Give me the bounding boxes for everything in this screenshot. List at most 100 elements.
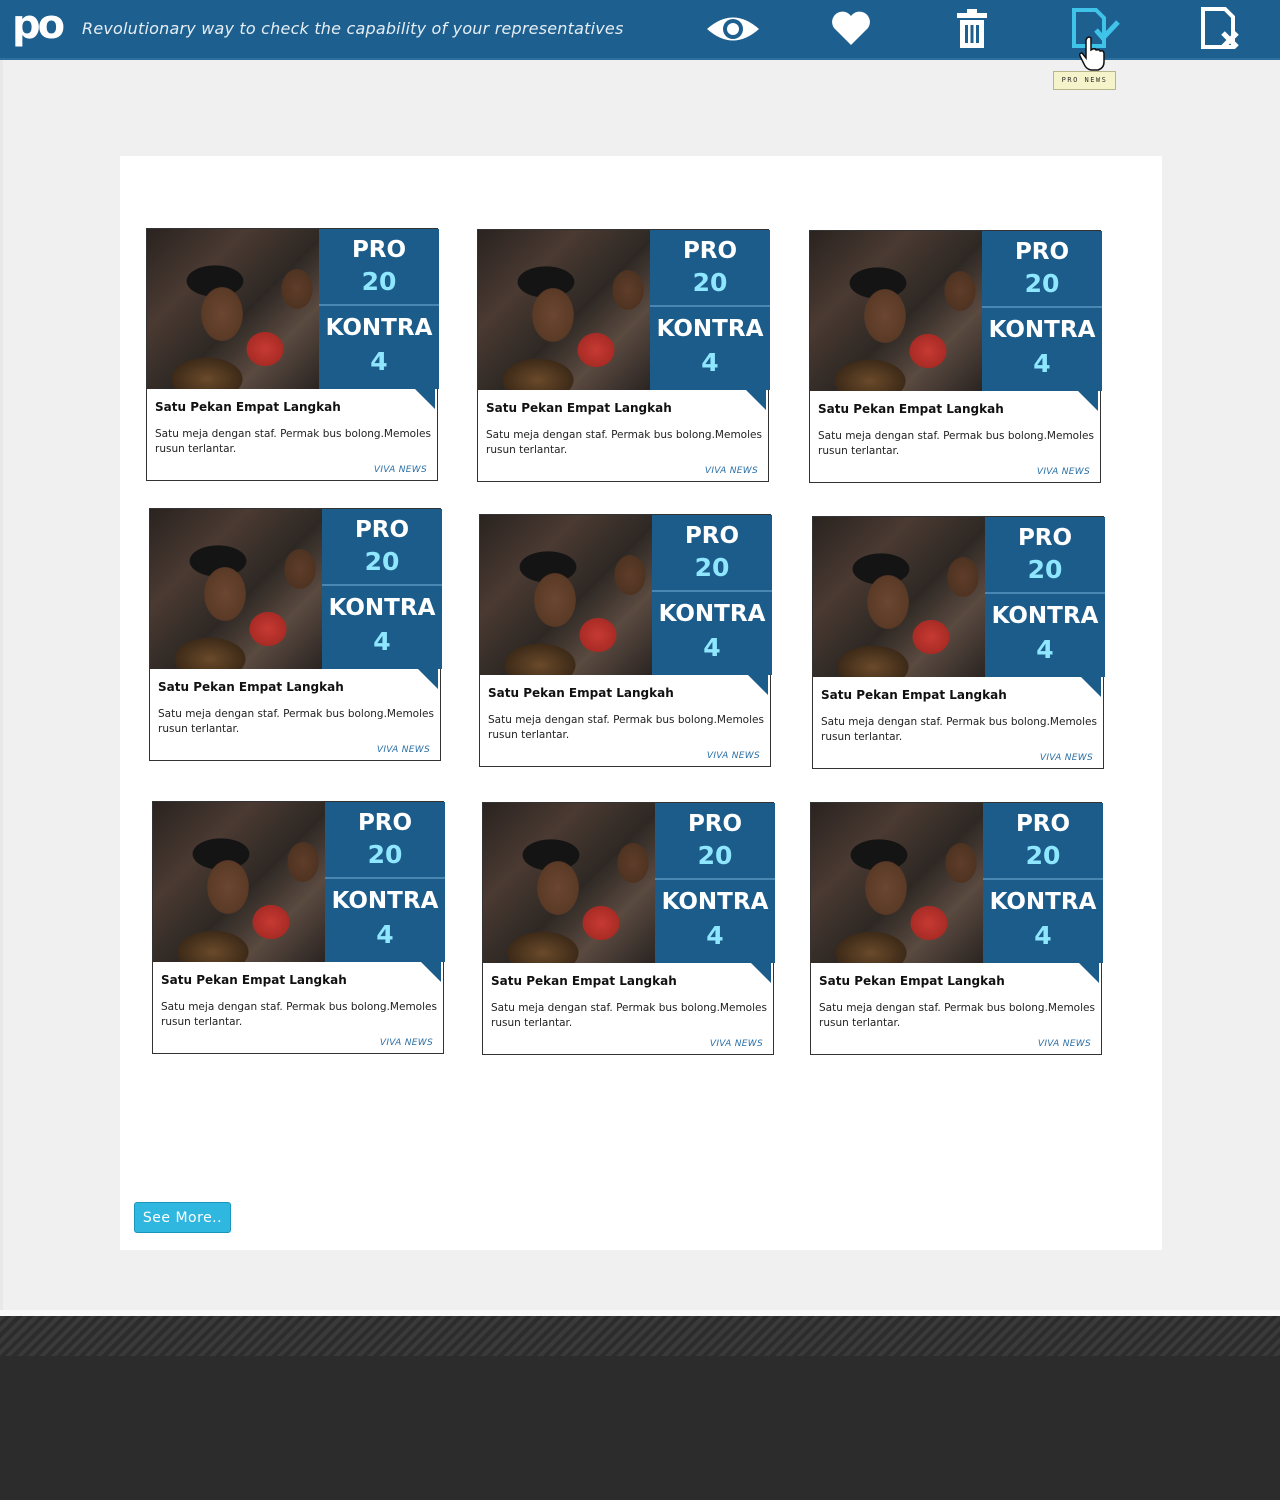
news-photo (811, 803, 983, 963)
kontra-label: KONTRA (989, 889, 1097, 915)
news-photo (483, 803, 655, 963)
news-card[interactable]: PRO 20 KONTRA 4 Satu Pekan Empat Langkah… (482, 802, 775, 1055)
news-description: Satu meja dengan staf. Permak bus bolong… (158, 708, 434, 735)
pro-label: PRO (351, 237, 407, 263)
pro-label: PRO (357, 810, 413, 836)
news-card[interactable]: PRO 20 KONTRA 4 Satu Pekan Empat Langkah… (479, 514, 772, 767)
pro-label: PRO (354, 517, 410, 543)
news-title[interactable]: Satu Pekan Empat Langkah (161, 973, 347, 987)
score-flag (418, 669, 438, 689)
news-photo (478, 230, 650, 390)
news-card[interactable]: PRO 20 KONTRA 4 Satu Pekan Empat Langkah… (809, 230, 1102, 483)
score-divider (652, 590, 772, 592)
news-source[interactable]: VIVA NEWS (377, 745, 430, 755)
kontra-value: 4 (370, 347, 388, 376)
kontra-value: 4 (701, 348, 719, 377)
news-photo (480, 515, 652, 675)
pro-label: PRO (684, 523, 740, 549)
trash-icon[interactable] (944, 6, 1000, 52)
pro-value: 20 (1025, 841, 1061, 870)
page-edge (0, 60, 3, 1310)
news-title[interactable]: Satu Pekan Empat Langkah (821, 688, 1007, 702)
news-source[interactable]: VIVA NEWS (374, 465, 427, 475)
news-photo (150, 509, 322, 669)
score-panel: PRO 20 KONTRA 4 (655, 803, 775, 963)
news-description: Satu meja dengan staf. Permak bus bolong… (491, 1002, 767, 1029)
news-description: Satu meja dengan staf. Permak bus bolong… (821, 716, 1097, 743)
pro-label: PRO (1015, 811, 1071, 837)
news-title[interactable]: Satu Pekan Empat Langkah (155, 400, 341, 414)
news-source[interactable]: VIVA NEWS (705, 466, 758, 476)
kontra-value: 4 (1036, 635, 1054, 664)
score-flag (415, 389, 435, 409)
news-title[interactable]: Satu Pekan Empat Langkah (818, 402, 1004, 416)
news-description: Satu meja dengan staf. Permak bus bolong… (819, 1002, 1095, 1029)
pro-label: PRO (687, 811, 743, 837)
score-panel: PRO 20 KONTRA 4 (650, 230, 770, 390)
kontra-value: 4 (1034, 921, 1052, 950)
score-panel: PRO 20 KONTRA 4 (319, 229, 439, 389)
score-flag (751, 963, 771, 983)
news-source[interactable]: VIVA NEWS (1040, 753, 1093, 763)
news-photo (810, 231, 982, 391)
see-more-button[interactable]: See More.. (134, 1202, 231, 1233)
kontra-label: KONTRA (656, 316, 764, 342)
score-divider (982, 306, 1102, 308)
news-title[interactable]: Satu Pekan Empat Langkah (819, 974, 1005, 988)
score-panel: PRO 20 KONTRA 4 (325, 802, 445, 962)
news-title[interactable]: Satu Pekan Empat Langkah (491, 974, 677, 988)
pro-value: 20 (697, 841, 733, 870)
news-photo (153, 802, 325, 962)
score-divider (325, 877, 445, 879)
score-flag (748, 675, 768, 695)
news-description: Satu meja dengan staf. Permak bus bolong… (486, 429, 762, 456)
score-divider (655, 878, 775, 880)
news-card[interactable]: PRO 20 KONTRA 4 Satu Pekan Empat Langkah… (810, 802, 1103, 1055)
news-card[interactable]: PRO 20 KONTRA 4 Satu Pekan Empat Langkah… (152, 801, 445, 1054)
logo[interactable]: po (12, 5, 65, 47)
kontra-value: 4 (703, 633, 721, 662)
heart-icon[interactable] (823, 6, 879, 52)
tagline: Revolutionary way to check the capabilit… (82, 19, 624, 38)
news-description: Satu meja dengan staf. Permak bus bolong… (161, 1001, 437, 1028)
news-description: Satu meja dengan staf. Permak bus bolong… (818, 430, 1094, 457)
footer-stripe (0, 1316, 1280, 1356)
pro-value: 20 (367, 840, 403, 869)
news-card[interactable]: PRO 20 KONTRA 4 Satu Pekan Empat Langkah… (149, 508, 442, 761)
score-panel: PRO 20 KONTRA 4 (982, 231, 1102, 391)
pro-label: PRO (1014, 239, 1070, 265)
news-title[interactable]: Satu Pekan Empat Langkah (486, 401, 672, 415)
score-panel: PRO 20 KONTRA 4 (983, 803, 1103, 963)
score-panel: PRO 20 KONTRA 4 (652, 515, 772, 675)
kontra-label: KONTRA (325, 315, 433, 341)
hand-cursor-icon (1079, 36, 1105, 71)
eye-icon[interactable] (705, 6, 761, 52)
news-source[interactable]: VIVA NEWS (380, 1038, 433, 1048)
news-source[interactable]: VIVA NEWS (710, 1039, 763, 1049)
news-card[interactable]: PRO 20 KONTRA 4 Satu Pekan Empat Langkah… (477, 229, 770, 482)
kontra-label: KONTRA (661, 889, 769, 915)
pro-value: 20 (1027, 555, 1063, 584)
kontra-value: 4 (373, 627, 391, 656)
news-source[interactable]: VIVA NEWS (1037, 467, 1090, 477)
score-flag (746, 390, 766, 410)
news-source[interactable]: VIVA NEWS (707, 751, 760, 761)
tooltip: PRO NEWS (1053, 71, 1116, 90)
news-source[interactable]: VIVA NEWS (1038, 1039, 1091, 1049)
score-divider (650, 305, 770, 307)
score-panel: PRO 20 KONTRA 4 (322, 509, 442, 669)
doc-x-icon[interactable] (1192, 6, 1248, 52)
pro-label: PRO (682, 238, 738, 264)
kontra-value: 4 (376, 920, 394, 949)
news-card[interactable]: PRO 20 KONTRA 4 Satu Pekan Empat Langkah… (146, 228, 439, 481)
news-title[interactable]: Satu Pekan Empat Langkah (158, 680, 344, 694)
news-card[interactable]: PRO 20 KONTRA 4 Satu Pekan Empat Langkah… (812, 516, 1105, 769)
pro-value: 20 (1024, 269, 1060, 298)
score-flag (1079, 963, 1099, 983)
score-divider (983, 878, 1103, 880)
news-photo (147, 229, 319, 389)
pro-value: 20 (364, 547, 400, 576)
news-description: Satu meja dengan staf. Permak bus bolong… (488, 714, 764, 741)
news-title[interactable]: Satu Pekan Empat Langkah (488, 686, 674, 700)
news-description: Satu meja dengan staf. Permak bus bolong… (155, 428, 431, 455)
